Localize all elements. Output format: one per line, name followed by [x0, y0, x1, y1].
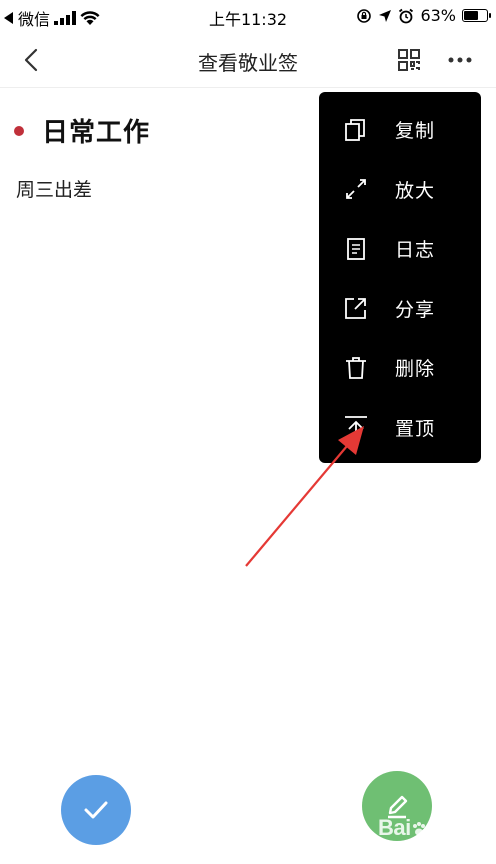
battery-percent: 63%: [420, 6, 456, 25]
qr-code-icon: [398, 49, 420, 71]
confirm-button[interactable]: [61, 775, 131, 845]
watermark-suffix: 经验: [428, 822, 459, 839]
note-body: 周三出差: [16, 179, 93, 201]
nav-bar: 查看敬业签: [0, 32, 496, 88]
copy-icon: [343, 117, 369, 143]
menu-item-label: 日志: [395, 239, 436, 262]
status-bar: 微信 上午11:32 63%: [0, 0, 496, 32]
menu-item-expand[interactable]: 放大: [319, 160, 481, 220]
status-right: 63%: [356, 6, 491, 25]
note-title: 日常工作: [42, 118, 151, 148]
log-icon: [343, 236, 369, 262]
menu-item-log[interactable]: 日志: [319, 219, 481, 279]
menu-item-pin-top[interactable]: 置顶: [319, 398, 481, 458]
rotation-lock-icon: [357, 8, 372, 23]
menu-item-label: 删除: [395, 358, 436, 381]
menu-item-label: 放大: [395, 179, 436, 202]
pin-top-icon: [343, 414, 369, 440]
page-title: 查看敬业签: [198, 51, 298, 75]
note-color-dot: [14, 125, 24, 136]
menu-item-label: 复制: [395, 120, 436, 143]
share-icon: [343, 295, 369, 321]
more-dots-icon: [448, 57, 472, 63]
expand-icon: [343, 176, 369, 202]
more-button[interactable]: [446, 48, 474, 72]
menu-item-label: 置顶: [395, 417, 436, 440]
menu-item-copy[interactable]: 复制: [319, 100, 481, 160]
delete-icon: [343, 355, 369, 381]
alarm-icon: [399, 8, 414, 23]
note-heading: 日常工作: [14, 112, 150, 149]
location-icon: [379, 9, 392, 22]
menu-item-delete[interactable]: 删除: [319, 338, 481, 398]
paw-icon: [412, 822, 425, 836]
menu-item-share[interactable]: 分享: [319, 279, 481, 339]
battery-icon: [462, 9, 491, 22]
watermark-logo: Bai 经验: [378, 815, 458, 841]
battery-level: [464, 11, 478, 20]
menu-item-label: 分享: [395, 298, 436, 321]
checkmark-icon: [84, 801, 108, 819]
qr-code-button[interactable]: [397, 48, 421, 72]
more-menu: 复制 放大 日志 分享 删除 置顶: [319, 92, 481, 463]
watermark-brand: Bai: [378, 815, 411, 840]
